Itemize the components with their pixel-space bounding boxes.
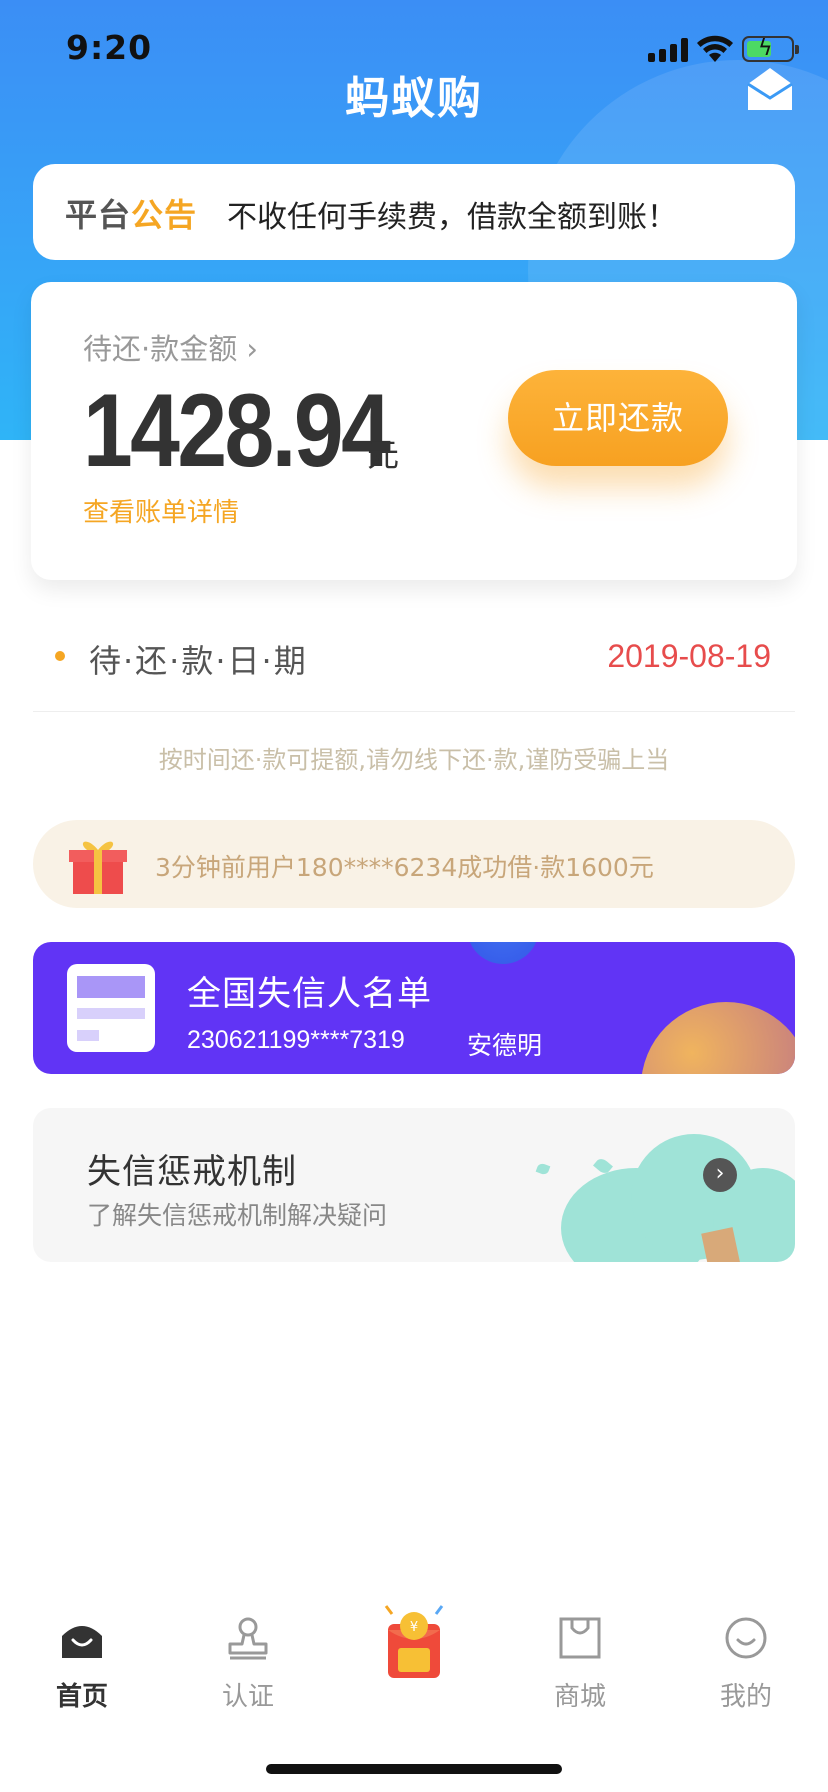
- bullet-dot: [55, 651, 65, 661]
- battery-icon: ϟ: [742, 36, 799, 62]
- stamp-icon: [228, 1617, 268, 1660]
- amount-value: 1428.94: [83, 373, 391, 489]
- tab-red-packet[interactable]: ¥: [354, 1604, 474, 1714]
- repay-now-button[interactable]: 立即还款: [508, 370, 728, 466]
- app-title: 蚂蚁购: [345, 73, 483, 124]
- tab-label: 认证: [221, 1682, 274, 1712]
- punishment-mechanism-card[interactable]: 失信惩戒机制 了解失信惩戒机制解决疑问 ›: [33, 1108, 795, 1262]
- announcement-label: 平台公告: [65, 190, 197, 236]
- blacklist-card[interactable]: 全国失信人名单 230621199****7319 安德明: [33, 942, 795, 1074]
- chevron-right-icon[interactable]: ›: [703, 1158, 737, 1192]
- bottom-tab-bar: 首页 认证 ¥ 商城 我的: [0, 1604, 828, 1714]
- repayment-amount-card: 待还·款金额 › 1428.94 元 查看账单详情 立即还款: [31, 282, 797, 580]
- announcement-card[interactable]: 平台公告 不收任何手续费，借款全额到账！: [33, 164, 795, 260]
- gift-icon: [69, 841, 127, 894]
- due-date-row: 待·还·款·日·期 2019-08-19: [33, 608, 795, 712]
- tab-label: 商城: [553, 1682, 606, 1712]
- tab-mall[interactable]: 商城: [520, 1604, 640, 1714]
- shopping-bag-icon: [559, 1617, 601, 1659]
- announcement-text: 不收任何手续费，借款全额到账！: [227, 200, 677, 235]
- decorative-blob: [467, 942, 539, 964]
- promo-text: 3分钟前用户180****6234成功借·款1600元: [155, 853, 654, 882]
- wifi-icon: [697, 35, 733, 62]
- tab-certification[interactable]: 认证: [188, 1604, 308, 1714]
- blacklist-title: 全国失信人名单: [187, 974, 432, 1014]
- red-packet-icon: ¥: [384, 1605, 444, 1678]
- home-indicator[interactable]: [266, 1764, 562, 1774]
- fraud-warning-text: 按时间还·款可提额,请勿线下还·款,谨防受骗上当: [158, 746, 670, 774]
- blacklist-person-name: 安德明: [467, 1031, 543, 1060]
- leaf-decoration: [535, 1162, 551, 1176]
- due-date-label: 待·还·款·日·期: [89, 642, 308, 680]
- envelope-open-icon[interactable]: [746, 66, 794, 112]
- smiley-icon: [725, 1617, 767, 1659]
- loan-promo-banner: 3分钟前用户180****6234成功借·款1600元: [33, 820, 795, 908]
- amount-unit: 元: [367, 436, 400, 474]
- amount-label[interactable]: 待还·款金额 ›: [83, 326, 258, 368]
- tab-mine[interactable]: 我的: [686, 1604, 806, 1714]
- announcement-label-part2: 公告: [131, 196, 198, 234]
- mechanism-subtitle: 了解失信惩戒机制解决疑问: [87, 1201, 388, 1230]
- tab-label: 首页: [55, 1682, 108, 1712]
- view-bill-details-link[interactable]: 查看账单详情: [83, 492, 239, 529]
- tab-home[interactable]: 首页: [22, 1604, 142, 1714]
- home-icon: [62, 1626, 102, 1658]
- blacklist-id-number: 230621199****7319: [187, 1026, 405, 1054]
- due-date-value: 2019-08-19: [607, 638, 771, 674]
- tab-label: 我的: [719, 1682, 772, 1712]
- mechanism-title: 失信惩戒机制: [87, 1152, 297, 1192]
- cellular-signal-icon: [648, 38, 690, 62]
- decorative-circle: [641, 1002, 795, 1074]
- svg-text:¥: ¥: [410, 1620, 418, 1635]
- announcement-label-part1: 平台: [65, 196, 132, 234]
- document-list-icon: [67, 964, 155, 1052]
